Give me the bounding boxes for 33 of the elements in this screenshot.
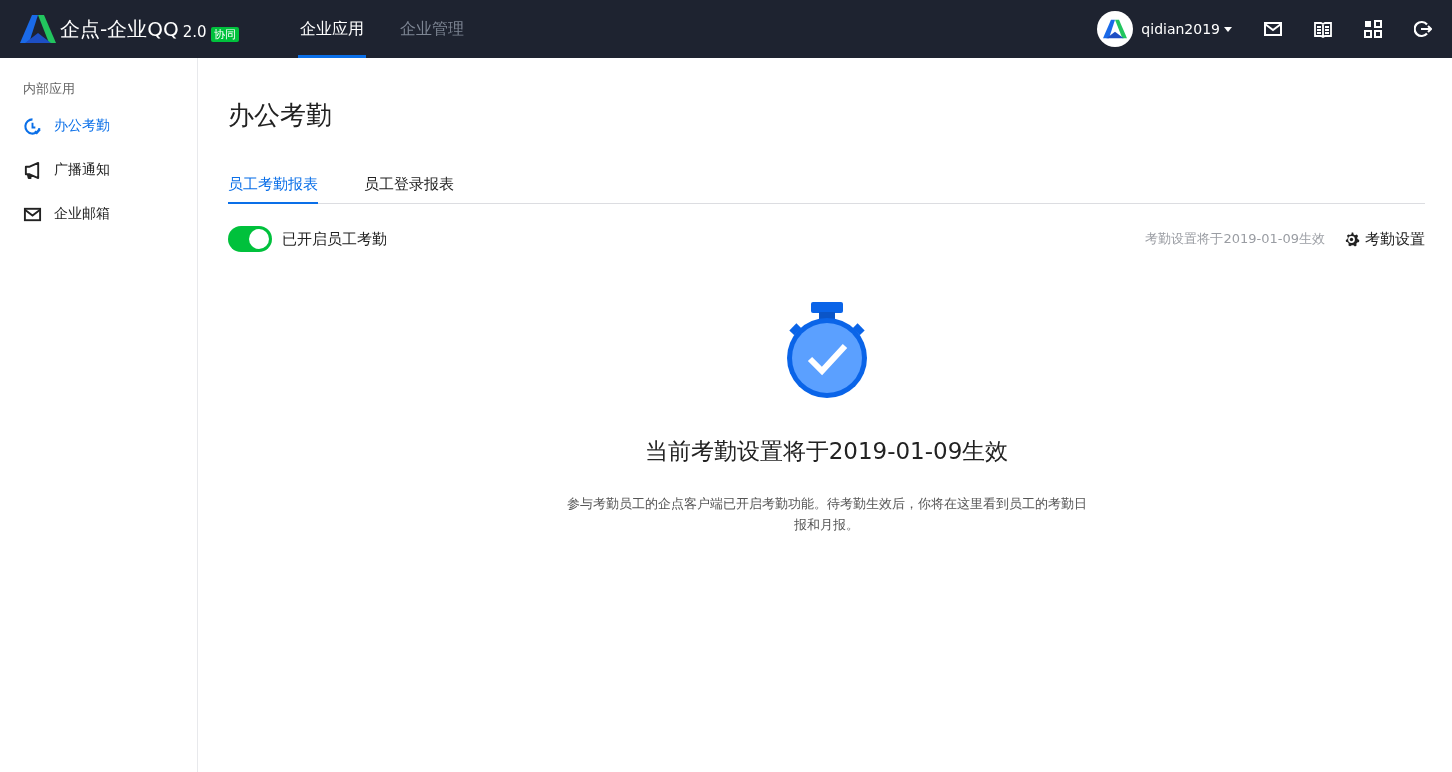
avatar[interactable]	[1097, 11, 1134, 47]
nav-tab[interactable]: 企业应用	[298, 0, 366, 58]
page-title: 办公考勤	[228, 99, 333, 132]
sidebar-item-label: 办公考勤	[54, 117, 110, 135]
report-tab[interactable]: 员工登录报表	[364, 175, 454, 204]
caret-icon	[1224, 26, 1232, 32]
logo-icon	[20, 15, 56, 43]
sidebar-item[interactable]: 企业邮箱	[0, 192, 197, 236]
section-title: 内部应用	[22, 80, 76, 98]
toggle-label: 已开启员工考勤	[282, 229, 387, 249]
toggle-switch[interactable]	[228, 226, 272, 252]
empty-state-title: 当前考勤设置将于2019-01-09生效	[644, 437, 1009, 466]
edition-badge: 协同	[210, 27, 239, 42]
effective-date-note: 考勤设置将于2019-01-09生效	[1145, 230, 1325, 248]
mail-icon[interactable]	[1264, 20, 1282, 38]
empty-state-description: 参与考勤员工的企点客户端已开启考勤功能。待考勤生效后，你将在这里看到员工的考勤日报和月报。	[566, 495, 1087, 534]
clock-check-icon	[23, 116, 42, 136]
book-icon[interactable]	[1314, 20, 1332, 38]
user-menu[interactable]: qidian2019	[1141, 21, 1232, 37]
sidebar-item[interactable]: 广播通知	[0, 148, 197, 192]
logout-icon[interactable]	[1414, 20, 1432, 38]
logo-text: 企点-企业QQ	[60, 15, 179, 43]
nav-tab[interactable]: 企业管理	[398, 0, 466, 58]
sidebar-item[interactable]: 办公考勤	[0, 104, 197, 148]
grid-icon[interactable]	[1364, 20, 1382, 38]
stopwatch-check-icon	[785, 302, 868, 400]
settings-button[interactable]: 考勤设置	[1343, 229, 1425, 249]
sidebar-item-label: 广播通知	[54, 161, 110, 179]
sidebar-item-label: 企业邮箱	[54, 205, 110, 223]
settings-icon	[1343, 230, 1360, 248]
megaphone-icon	[23, 160, 42, 180]
version-text: 2.0	[182, 23, 207, 41]
report-tab[interactable]: 员工考勤报表	[228, 175, 318, 204]
